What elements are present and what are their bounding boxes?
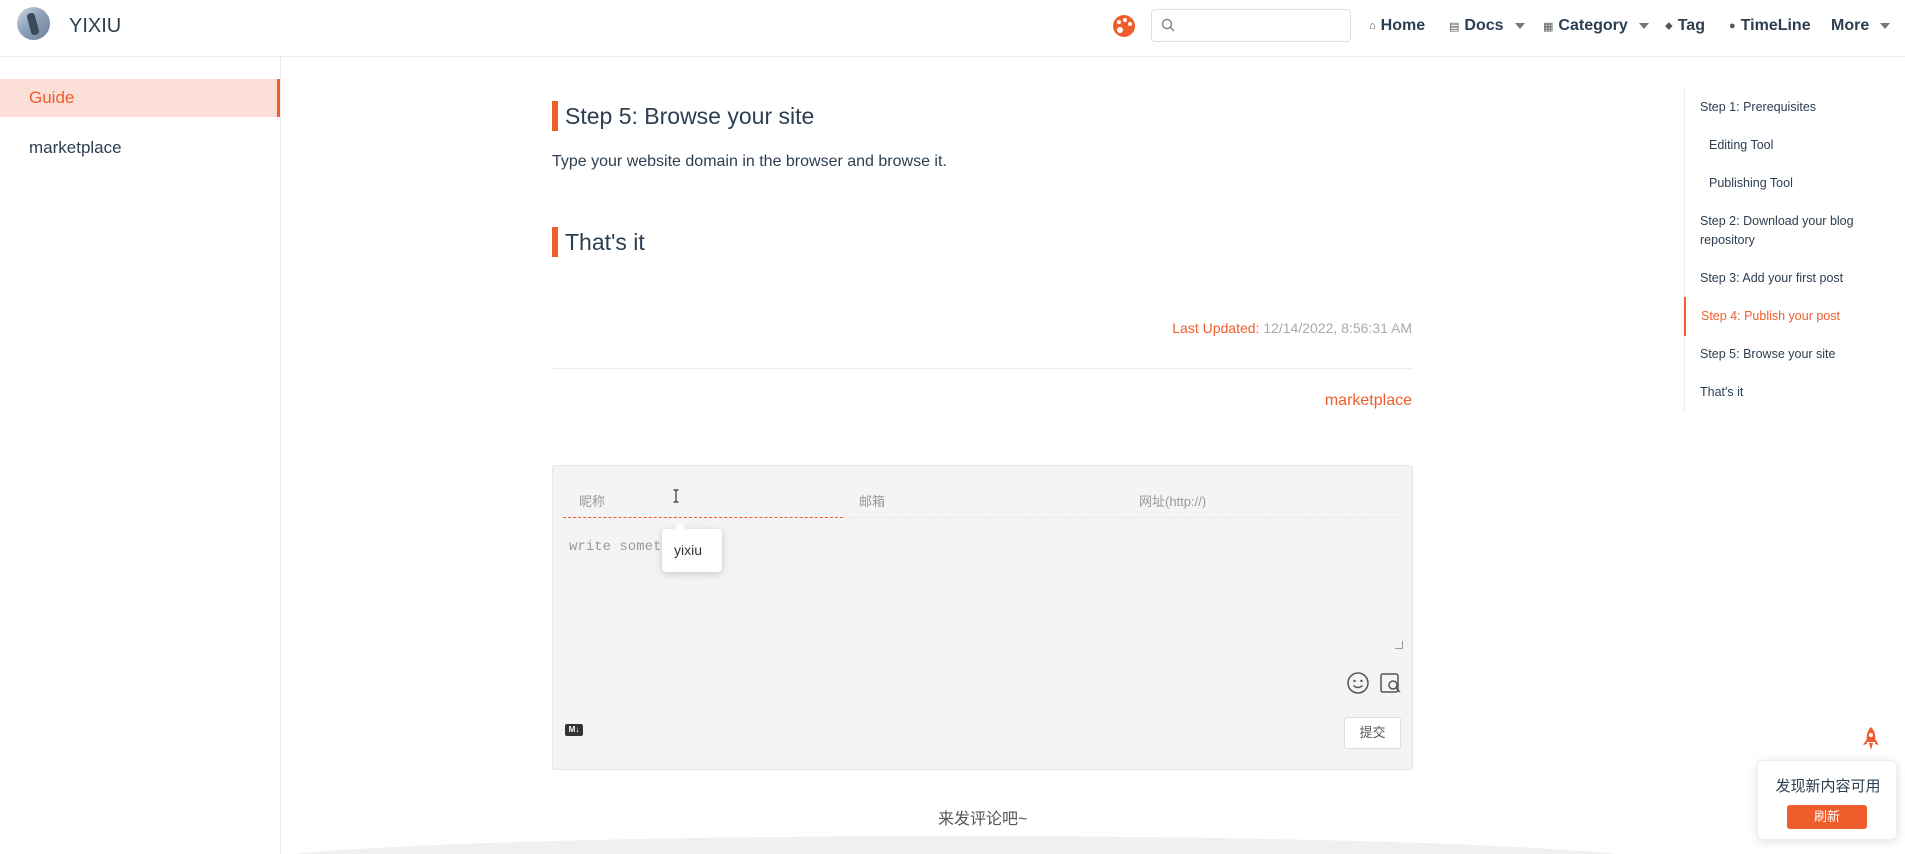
comment-box: 昵称 邮箱 网址(http://) write somet M↓ 提交	[552, 465, 1413, 770]
next-page-link[interactable]: marketplace	[1325, 392, 1412, 410]
chevron-down-icon	[1880, 23, 1891, 29]
divider	[552, 368, 1412, 369]
toc-item[interactable]: Step 3: Add your first post	[1685, 269, 1885, 288]
submit-button[interactable]: 提交	[1344, 717, 1401, 749]
text-cursor-icon	[673, 489, 679, 503]
comment-textarea[interactable]: write somet	[569, 539, 661, 555]
clock-icon: ●	[1729, 20, 1736, 32]
nav-category[interactable]: ▦ Category	[1543, 17, 1649, 35]
table-of-contents: Step 1: Prerequisites Editing Tool Publi…	[1684, 88, 1905, 412]
nav-timeline-label: TimeLine	[1740, 17, 1811, 34]
nav-timeline[interactable]: ● TimeLine	[1729, 17, 1811, 35]
category-icon: ▦	[1543, 20, 1554, 33]
nav-docs-label: Docs	[1464, 17, 1504, 34]
back-to-top-icon[interactable]	[1862, 726, 1880, 752]
website-field[interactable]: 网址(http://)	[1123, 486, 1403, 518]
heading-step5: Step 5: Browse your site	[552, 101, 814, 131]
step5-paragraph: Type your website domain in the browser …	[552, 153, 947, 170]
navbar: YIXIU ⌂ Home ▤ Docs ▦ Category ⬥ Tag ● T…	[0, 0, 1905, 57]
site-name[interactable]: YIXIU	[69, 15, 121, 38]
nav-docs[interactable]: ▤ Docs	[1449, 17, 1525, 35]
nav-more-label: More	[1831, 17, 1870, 34]
chevron-down-icon	[1638, 23, 1649, 29]
heading-thats-it: That's it	[552, 227, 645, 257]
search-input[interactable]	[1151, 9, 1351, 42]
update-popup-text: 发现新内容可用	[1775, 778, 1881, 795]
update-popup: 发现新内容可用 刷新	[1757, 760, 1897, 840]
sidebar-item-marketplace[interactable]: marketplace	[0, 129, 280, 167]
last-updated: Last Updated: 12/14/2022, 8:56:31 AM	[1172, 320, 1412, 336]
nav-home-label: Home	[1380, 17, 1426, 34]
chevron-down-icon	[1514, 23, 1525, 29]
tag-icon: ⬥	[1665, 19, 1673, 32]
toc-item[interactable]: Publishing Tool	[1685, 174, 1885, 193]
docs-icon: ▤	[1449, 20, 1460, 33]
nav-tag[interactable]: ⬥ Tag	[1665, 17, 1705, 35]
preview-icon[interactable]	[1379, 671, 1403, 695]
toc-item[interactable]: Editing Tool	[1685, 136, 1885, 155]
toc-item[interactable]: Step 2: Download your blog repository	[1685, 212, 1885, 250]
site-logo[interactable]	[17, 7, 50, 40]
footer	[230, 836, 1680, 854]
toc-item[interactable]: Step 1: Prerequisites	[1685, 98, 1885, 117]
resize-handle[interactable]	[1395, 641, 1403, 649]
markdown-icon[interactable]: M↓	[565, 724, 583, 736]
refresh-button[interactable]: 刷新	[1787, 805, 1867, 829]
comment-empty-text: 来发评论吧~	[938, 811, 1028, 828]
last-updated-label: Last Updated:	[1172, 320, 1260, 336]
toc-item-active[interactable]: Step 4: Publish your post	[1684, 297, 1884, 336]
sidebar-item-guide[interactable]: Guide	[0, 79, 280, 117]
home-icon: ⌂	[1369, 20, 1376, 32]
sidebar: Guide marketplace	[0, 57, 281, 854]
last-updated-value: 12/14/2022, 8:56:31 AM	[1263, 320, 1412, 336]
nav-tag-label: Tag	[1677, 17, 1705, 34]
nav-category-label: Category	[1558, 17, 1628, 34]
emoji-icon[interactable]	[1346, 671, 1370, 695]
nav-more[interactable]: More	[1831, 17, 1891, 35]
nickname-field[interactable]: 昵称	[563, 486, 843, 518]
nav-home[interactable]: ⌂ Home	[1369, 17, 1425, 35]
search-icon	[1161, 18, 1175, 32]
autocomplete-suggestion[interactable]: yixiu	[662, 523, 722, 572]
toc-item[interactable]: Step 5: Browse your site	[1685, 345, 1885, 364]
palette-icon[interactable]	[1113, 15, 1135, 37]
toc-item[interactable]: That's it	[1685, 383, 1885, 402]
email-field[interactable]: 邮箱	[843, 486, 1123, 518]
